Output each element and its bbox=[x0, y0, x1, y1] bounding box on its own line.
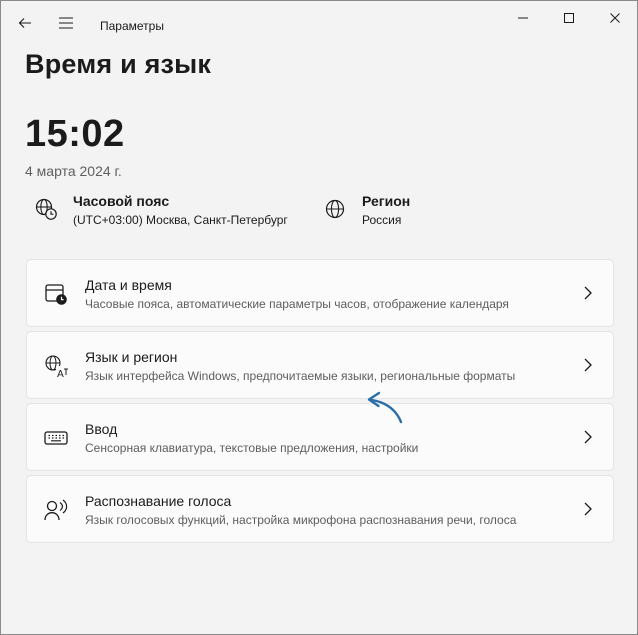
app-title: Параметры bbox=[100, 19, 164, 33]
speech-icon bbox=[44, 499, 68, 521]
region-title: Регион bbox=[362, 193, 411, 209]
card-title: Распознавание голоса bbox=[85, 493, 232, 509]
chevron-right-icon bbox=[584, 358, 592, 372]
card-subtitle: Язык голосовых функций, настройка микроф… bbox=[85, 513, 517, 527]
globe-icon bbox=[325, 199, 345, 219]
hamburger-menu-icon bbox=[59, 17, 73, 29]
chevron-right-icon bbox=[584, 430, 592, 444]
chevron-right-icon bbox=[584, 286, 592, 300]
minimize-button[interactable] bbox=[500, 5, 546, 31]
card-title: Дата и время bbox=[85, 277, 172, 293]
page-title: Время и язык bbox=[25, 49, 212, 79]
card-title: Язык и регион bbox=[85, 349, 178, 365]
current-time: 15:02 bbox=[25, 113, 125, 155]
title-bar: Параметры bbox=[1, 1, 637, 49]
close-button[interactable] bbox=[592, 5, 638, 31]
card-date-time[interactable]: Дата и время Часовые пояса, автоматическ… bbox=[26, 259, 614, 327]
card-input[interactable]: Ввод Сенсорная клавиатура, текстовые пре… bbox=[26, 403, 614, 471]
language-icon: A bbox=[45, 355, 68, 379]
globe-clock-icon bbox=[35, 198, 57, 220]
region-value: Россия bbox=[362, 213, 402, 227]
back-button[interactable] bbox=[13, 11, 37, 35]
back-arrow-icon bbox=[18, 18, 31, 28]
card-subtitle: Язык интерфейса Windows, предпочитаемые … bbox=[85, 369, 516, 383]
card-title: Ввод bbox=[85, 421, 118, 437]
svg-text:A: A bbox=[57, 369, 64, 379]
card-subtitle: Сенсорная клавиатура, текстовые предложе… bbox=[85, 441, 419, 455]
navigation-menu-button[interactable] bbox=[54, 11, 78, 35]
timezone-value: (UTC+03:00) Москва, Санкт-Петербург bbox=[73, 213, 288, 227]
close-icon bbox=[610, 13, 620, 23]
calendar-clock-icon bbox=[45, 284, 67, 305]
annotation-arrow-icon bbox=[367, 391, 403, 424]
card-speech[interactable]: Распознавание голоса Язык голосовых функ… bbox=[26, 475, 614, 543]
maximize-icon bbox=[564, 13, 574, 23]
timezone-title: Часовой пояс bbox=[73, 193, 170, 209]
chevron-right-icon bbox=[584, 502, 592, 516]
minimize-icon bbox=[518, 17, 528, 19]
maximize-button[interactable] bbox=[546, 5, 592, 31]
card-language-region[interactable]: A Язык и регион Язык интерфейса Windows,… bbox=[26, 331, 614, 399]
current-date: 4 марта 2024 г. bbox=[25, 163, 122, 179]
card-subtitle: Часовые пояса, автоматические параметры … bbox=[85, 297, 509, 311]
keyboard-icon bbox=[44, 431, 68, 445]
settings-window: Параметры Время и язык 15:02 4 марта 202… bbox=[0, 0, 638, 635]
